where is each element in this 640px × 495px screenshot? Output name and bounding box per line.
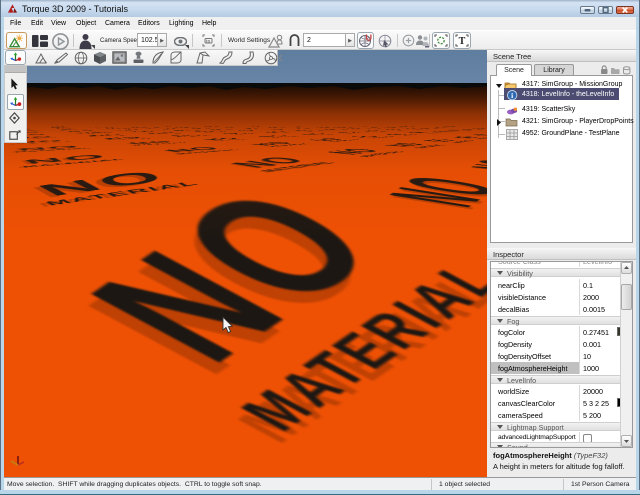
svg-text:i: i: [511, 91, 513, 100]
svg-text:T: T: [459, 36, 466, 47]
svg-text:to: to: [206, 38, 210, 43]
